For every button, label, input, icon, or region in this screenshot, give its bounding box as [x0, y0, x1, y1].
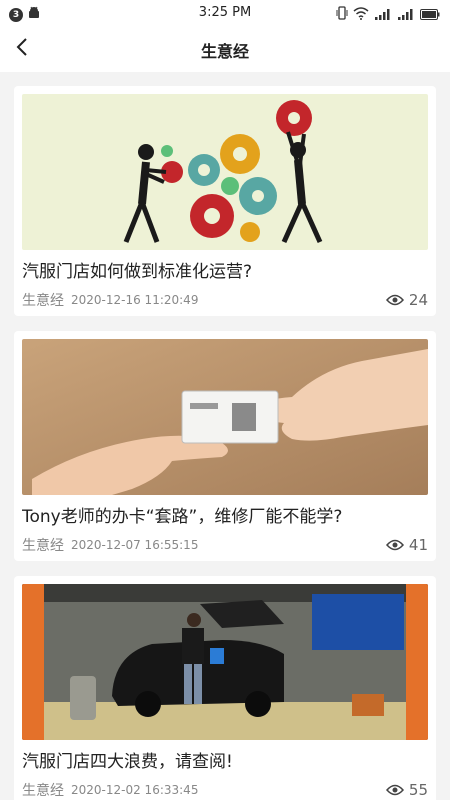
article-title: Tony老师的办卡“套路”，维修厂能不能学?	[22, 507, 343, 527]
gears-illustration-thumbnail	[22, 94, 428, 250]
article-meta: 生意经 2020-12-16 11:20:49 24	[22, 290, 428, 310]
view-count: 24	[385, 291, 428, 310]
gear-icon	[239, 177, 277, 215]
signal-icon	[397, 5, 415, 24]
status-bar: 3 3:25 PM	[0, 0, 450, 26]
car-wash-shop-thumbnail	[22, 584, 428, 740]
views-number: 41	[408, 536, 428, 554]
article-card[interactable]: Tony老师的办卡“套路”，维修厂能不能学? 生意经 2020-12-07 16…	[14, 331, 436, 561]
wifi-icon	[353, 5, 369, 24]
signal-icon	[374, 5, 392, 24]
article-source: 生意经	[22, 538, 64, 554]
eye-icon	[385, 536, 404, 555]
views-number: 55	[408, 781, 428, 799]
eye-icon	[385, 781, 404, 800]
gear-icon	[240, 222, 260, 242]
article-card[interactable]: 汽服门店如何做到标准化运营? 生意经 2020-12-16 11:20:49 2…	[14, 86, 436, 316]
page-title: 生意经	[200, 42, 249, 61]
eye-icon	[385, 291, 404, 310]
article-date: 2020-12-16 11:20:49	[71, 293, 199, 307]
view-count: 41	[385, 536, 428, 555]
card-handover-thumbnail	[22, 339, 428, 495]
gear-icon	[220, 134, 260, 174]
article-meta: 生意经 2020-12-07 16:55:15 41	[22, 535, 428, 555]
article-source: 生意经	[22, 293, 64, 309]
gear-icon	[188, 154, 220, 186]
membership-card-image	[181, 390, 279, 444]
gear-icon	[161, 145, 173, 157]
vibrate-icon	[336, 5, 348, 24]
article-list: 汽服门店如何做到标准化运营? 生意经 2020-12-16 11:20:49 2…	[14, 86, 436, 800]
views-number: 24	[408, 291, 428, 309]
status-right	[336, 5, 440, 24]
gear-icon	[190, 194, 234, 238]
article-card[interactable]: 汽服门店四大浪费，请查阅! 生意经 2020-12-02 16:33:45 55	[14, 576, 436, 800]
article-title: 汽服门店如何做到标准化运营?	[22, 262, 253, 282]
article-date: 2020-12-02 16:33:45	[71, 783, 199, 797]
article-title: 汽服门店四大浪费，请查阅!	[22, 752, 233, 772]
nav-bar: 生意经	[0, 26, 450, 72]
article-date: 2020-12-07 16:55:15	[71, 538, 199, 552]
article-source: 生意经	[22, 783, 64, 799]
gear-icon	[221, 177, 239, 195]
article-meta: 生意经 2020-12-02 16:33:45 55	[22, 780, 428, 800]
gear-icon	[276, 100, 312, 136]
view-count: 55	[385, 781, 428, 800]
battery-icon	[420, 5, 440, 24]
